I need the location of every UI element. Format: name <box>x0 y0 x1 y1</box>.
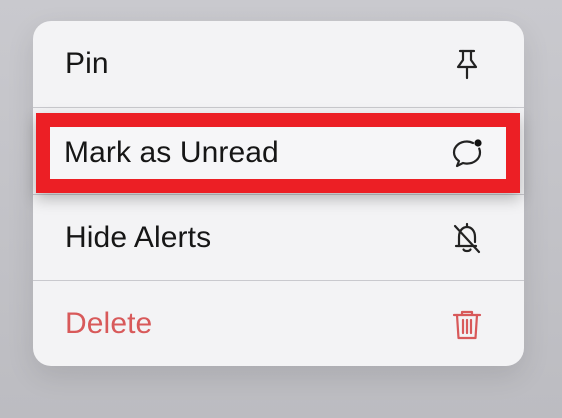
menu-item-pin[interactable]: Pin <box>33 21 524 107</box>
bell-slash-icon <box>448 219 486 257</box>
trash-icon <box>448 305 486 343</box>
menu-item-label: Hide Alerts <box>65 221 212 254</box>
menu-item-hide-alerts[interactable]: Hide Alerts <box>33 195 524 281</box>
menu-item-label: Mark as Unread <box>64 136 279 169</box>
menu-item-delete[interactable]: Delete <box>33 281 524 366</box>
menu-item-label: Pin <box>65 47 109 80</box>
pin-icon <box>448 45 486 83</box>
context-menu: Pin Mark as Unread Hide Alerts <box>33 21 524 366</box>
highlighted-label-wrapper: Mark as Unread <box>64 127 279 179</box>
menu-item-label: Delete <box>65 307 153 340</box>
message-unread-icon <box>448 134 486 172</box>
context-menu-body: Pin Mark as Unread Hide Alerts <box>33 21 524 366</box>
